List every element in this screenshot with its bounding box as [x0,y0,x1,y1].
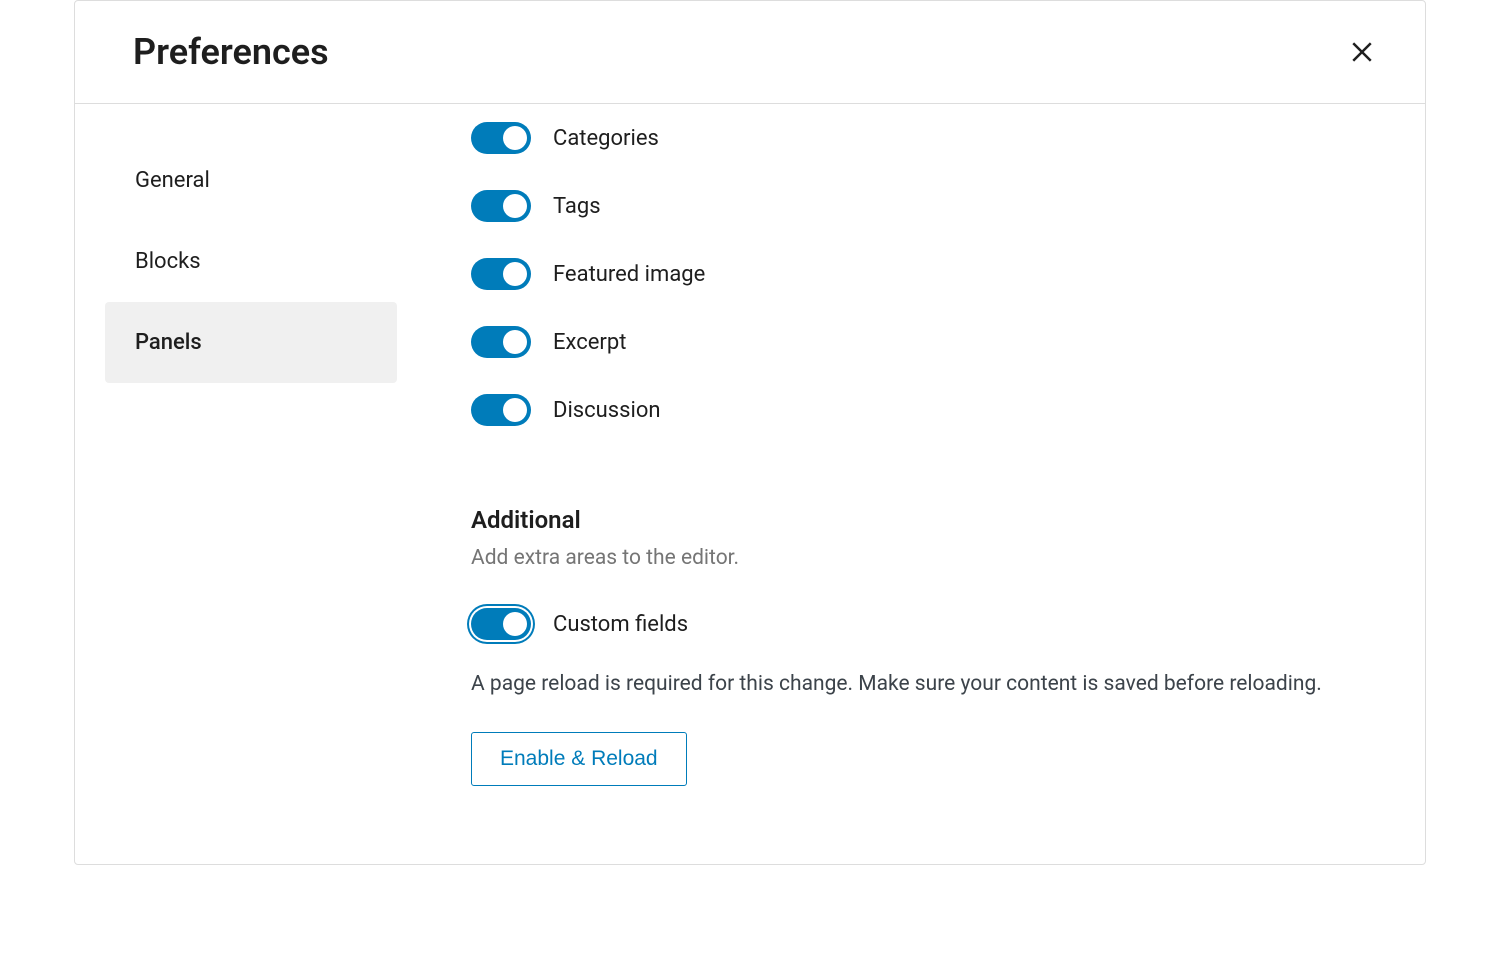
toggle-custom-fields[interactable] [471,608,531,640]
toggle-row-categories: Categories [471,104,1375,172]
sidebar-item-label: Blocks [135,249,201,274]
toggle-label: Categories [553,126,659,151]
toggle-label: Featured image [553,262,705,287]
toggle-row-tags: Tags [471,172,1375,240]
toggle-label: Tags [553,194,601,219]
modal-body: General Blocks Panels Categories Tags [75,104,1425,864]
section-title-additional: Additional [471,506,1375,534]
toggle-row-excerpt: Excerpt [471,308,1375,376]
toggle-tags[interactable] [471,190,531,222]
toggle-categories[interactable] [471,122,531,154]
toggle-row-discussion: Discussion [471,376,1375,444]
toggle-label: Discussion [553,398,661,423]
modal-title: Preferences [133,31,329,73]
toggle-discussion[interactable] [471,394,531,426]
sidebar-item-panels[interactable]: Panels [105,302,397,383]
main-content: Categories Tags Featured image Excerpt D… [397,104,1425,864]
toggle-excerpt[interactable] [471,326,531,358]
help-text: A page reload is required for this chang… [471,668,1371,702]
toggle-featured-image[interactable] [471,258,531,290]
close-icon [1347,37,1377,67]
toggle-row-featured-image: Featured image [471,240,1375,308]
sidebar: General Blocks Panels [75,104,397,864]
enable-reload-button[interactable]: Enable & Reload [471,732,687,786]
sidebar-item-label: Panels [135,330,202,355]
sidebar-item-label: General [135,168,210,193]
sidebar-item-blocks[interactable]: Blocks [105,221,397,302]
close-button[interactable] [1339,29,1385,75]
toggle-row-custom-fields: Custom fields [471,590,1375,658]
toggle-label: Excerpt [553,330,626,355]
toggle-label: Custom fields [553,612,688,637]
sidebar-item-general[interactable]: General [105,140,397,221]
preferences-modal: Preferences General Blocks Panels Categ [74,0,1426,865]
section-description: Add extra areas to the editor. [471,546,1375,570]
modal-header: Preferences [75,1,1425,104]
